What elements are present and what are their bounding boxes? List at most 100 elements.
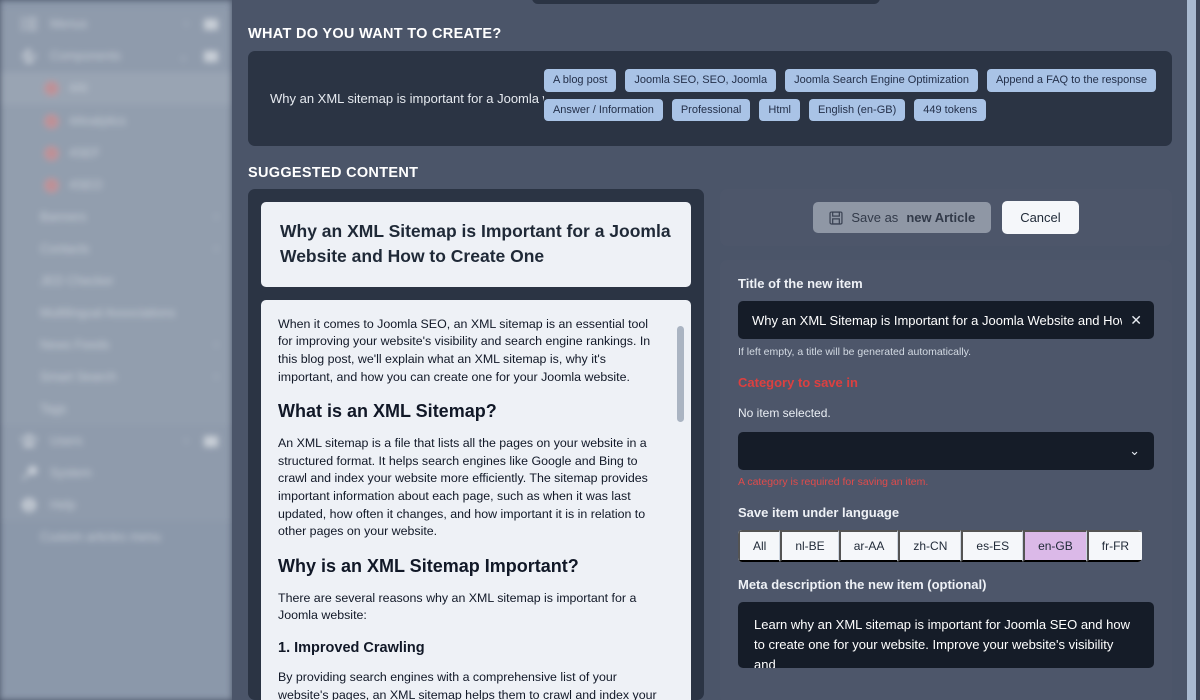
meta-field-label: Meta description the new item (optional) — [738, 577, 987, 592]
main-content: WHAT DO YOU WANT TO CREATE? Why an XML s… — [232, 0, 1188, 700]
sidebar-item-custom-articles-menu[interactable]: Custom articles menu — [0, 521, 232, 553]
sidebar-item-label: Tags — [40, 402, 67, 416]
sidebar-item-label: Users — [50, 434, 83, 448]
sidebar-item-banners[interactable]: Banners › — [0, 201, 232, 233]
suggested-content-heading: SUGGESTED CONTENT — [248, 165, 419, 181]
sidebar-item-label: 4SEF — [69, 146, 101, 160]
tag-content-type[interactable]: A blog post — [543, 68, 617, 92]
category-select[interactable]: ⌄ — [738, 432, 1154, 470]
sidebar-item-tags[interactable]: Tags — [0, 393, 232, 425]
tag-topic[interactable]: Joomla Search Engine Optimization — [785, 68, 978, 92]
sidebar-item-4analytics[interactable]: ✳ 4Analytics — [0, 105, 232, 137]
chevron-right-icon[interactable]: › — [184, 18, 188, 30]
tag-token-count[interactable]: 449 tokens — [914, 98, 987, 122]
language-option-ar-aa[interactable]: ar-AA — [838, 530, 899, 562]
sidebar-item-label: Menus — [50, 17, 88, 31]
sidebar-item-label: Multilingual Associations — [40, 306, 176, 320]
sidebar-item-label: Help — [50, 498, 76, 512]
top-partial-card — [532, 0, 880, 4]
dashboard-box-icon[interactable] — [204, 435, 218, 447]
save-label-strong: new Article — [906, 210, 976, 225]
dot-icon: ✳ — [44, 80, 59, 96]
floppy-disk-icon — [829, 210, 843, 225]
dashboard-box-icon[interactable] — [204, 50, 218, 62]
sidebar-item-help[interactable]: Help — [0, 489, 232, 521]
cancel-button[interactable]: Cancel — [1002, 201, 1079, 234]
suggested-content-section: SUGGESTED CONTENT Why an XML Sitemap is … — [248, 165, 1188, 700]
language-option-en-gb[interactable]: en-GB — [1023, 530, 1087, 562]
action-bar: Save as new Article Cancel — [720, 189, 1172, 246]
sidebar-item-label: JED Checker — [40, 274, 114, 288]
sidebar-navigation: Menus › Components ⌄ ✳ 4AI ✳ 4Analytics … — [0, 0, 232, 700]
language-button-group: All nl-BE ar-AA zh-CN es-ES en-GB fr-FR — [738, 530, 1143, 562]
article-preview-card: Why an XML Sitemap is Important for a Jo… — [248, 189, 704, 700]
sidebar-item-label: 4SEO — [69, 178, 103, 192]
article-paragraph: There are several reasons why an XML sit… — [278, 590, 637, 623]
chevron-right-icon[interactable]: › — [184, 435, 188, 447]
title-help-text: If left empty, a title will be generated… — [738, 346, 972, 358]
sidebar-item-label: Custom articles menu — [40, 530, 161, 544]
info-icon — [20, 497, 38, 513]
sidebar-item-label: Contacts — [40, 242, 90, 256]
language-option-all[interactable]: All — [738, 530, 781, 562]
article-paragraph: By providing search engines with a compr… — [278, 670, 657, 700]
article-body[interactable]: When it comes to Joomla SEO, an XML site… — [261, 299, 691, 700]
sidebar-item-4ai[interactable]: ✳ 4AI — [0, 72, 232, 104]
dashboard-box-icon[interactable] — [204, 18, 218, 30]
users-icon — [20, 433, 38, 449]
tag-faq-option[interactable]: Append a FAQ to the response — [986, 68, 1156, 92]
sidebar-item-news-feeds[interactable]: News Feeds › — [0, 329, 232, 361]
tag-language[interactable]: English (en-GB) — [809, 98, 906, 122]
chevron-down-icon[interactable]: ⌄ — [1129, 443, 1140, 459]
tag-row-2: Answer / Information Professional Html E… — [543, 98, 1156, 122]
article-paragraph: When it comes to Joomla SEO, an XML site… — [278, 316, 651, 384]
create-section-heading: WHAT DO YOU WANT TO CREATE? — [248, 26, 502, 42]
sidebar-item-components[interactable]: Components ⌄ — [0, 40, 232, 72]
sidebar-item-smart-search[interactable]: Smart Search › — [0, 361, 232, 393]
language-option-fr-fr[interactable]: fr-FR — [1086, 530, 1143, 562]
page-scrollbar-thumb[interactable] — [1187, 0, 1196, 700]
language-option-zh-cn[interactable]: zh-CN — [898, 530, 962, 562]
sidebar-item-multilingual-associations[interactable]: Multilingual Associations — [0, 297, 232, 329]
article-title[interactable]: Why an XML Sitemap is Important for a Jo… — [261, 202, 691, 287]
chevron-right-icon[interactable]: › — [214, 371, 218, 383]
sidebar-item-4sef[interactable]: ✳ 4SEF — [0, 137, 232, 169]
save-as-new-article-button[interactable]: Save as new Article — [813, 202, 992, 233]
sidebar-item-label: Banners — [40, 210, 87, 224]
tag-answer-type[interactable]: Answer / Information — [543, 98, 663, 122]
chevron-right-icon[interactable]: › — [214, 211, 218, 223]
meta-description-input[interactable]: Learn why an XML sitemap is important fo… — [738, 602, 1154, 668]
sidebar-item-menus[interactable]: Menus › — [0, 8, 232, 40]
dot-icon: ✳ — [44, 113, 59, 129]
sidebar-item-jed-checker[interactable]: JED Checker — [0, 265, 232, 297]
language-option-es-es[interactable]: es-ES — [961, 530, 1024, 562]
chevron-down-icon[interactable]: ⌄ — [179, 50, 188, 63]
wrench-icon — [20, 465, 38, 481]
title-input-value: Why an XML Sitemap is Important for a Jo… — [752, 312, 1123, 328]
prompt-text: Why an XML sitemap is important for a Jo… — [270, 91, 544, 106]
language-field-label: Save item under language — [738, 505, 900, 520]
sidebar-item-contacts[interactable]: Contacts › — [0, 233, 232, 265]
tag-tone[interactable]: Professional — [671, 98, 751, 122]
language-option-nl-be[interactable]: nl-BE — [780, 530, 839, 562]
prompt-panel: Why an XML sitemap is important for a Jo… — [248, 51, 1172, 146]
sidebar-item-4seo[interactable]: ✳ 4SEO — [0, 169, 232, 201]
close-icon[interactable]: ✕ — [1122, 312, 1142, 329]
app-root: Menus › Components ⌄ ✳ 4AI ✳ 4Analytics … — [0, 0, 1200, 700]
tag-keywords[interactable]: Joomla SEO, SEO, Joomla — [625, 68, 777, 92]
sidebar-item-users[interactable]: Users › — [0, 425, 232, 457]
article-paragraph: An XML sitemap is a file that lists all … — [278, 436, 648, 539]
title-input[interactable]: Why an XML Sitemap is Important for a Jo… — [738, 301, 1154, 339]
tag-format[interactable]: Html — [759, 98, 800, 122]
article-heading: Why is an XML Sitemap Important? — [278, 555, 579, 576]
category-field-label: Category to save in — [738, 375, 858, 390]
sidebar-item-label: System — [50, 466, 92, 480]
article-scrollbar-thumb[interactable] — [677, 325, 684, 422]
new-item-form: Title of the new item Why an XML Sitemap… — [720, 260, 1172, 700]
chevron-right-icon[interactable]: › — [214, 243, 218, 255]
puzzle-icon — [20, 48, 38, 64]
dot-icon: ✳ — [44, 177, 59, 193]
chevron-right-icon[interactable]: › — [214, 339, 218, 351]
sidebar-item-system[interactable]: System — [0, 457, 232, 489]
scrollbar-gutter — [1196, 0, 1200, 700]
